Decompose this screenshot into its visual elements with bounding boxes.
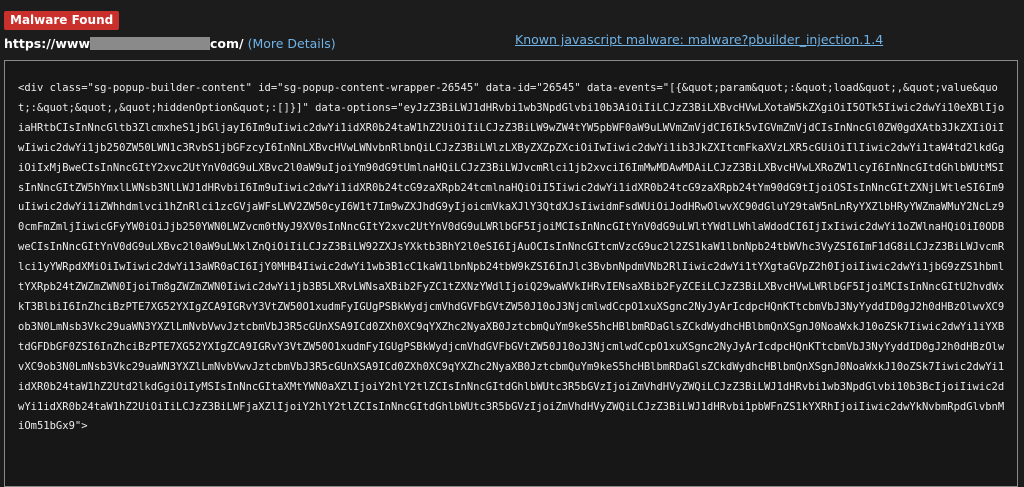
more-details-link[interactable]: (More Details) (248, 36, 336, 51)
malware-code-box: <div class="sg-popup-builder-content" id… (4, 60, 1018, 487)
known-malware-link[interactable]: Known javascript malware: malware?pbuild… (515, 32, 883, 48)
url-prefix: https://www (4, 36, 91, 51)
malware-found-badge: Malware Found (4, 11, 120, 30)
malware-code-snippet: <div class="sg-popup-builder-content" id… (18, 82, 1005, 433)
url-suffix: com/ (210, 36, 244, 51)
scanned-url: https://www com/ (More Details) (4, 36, 336, 52)
redacted-domain (90, 37, 211, 50)
